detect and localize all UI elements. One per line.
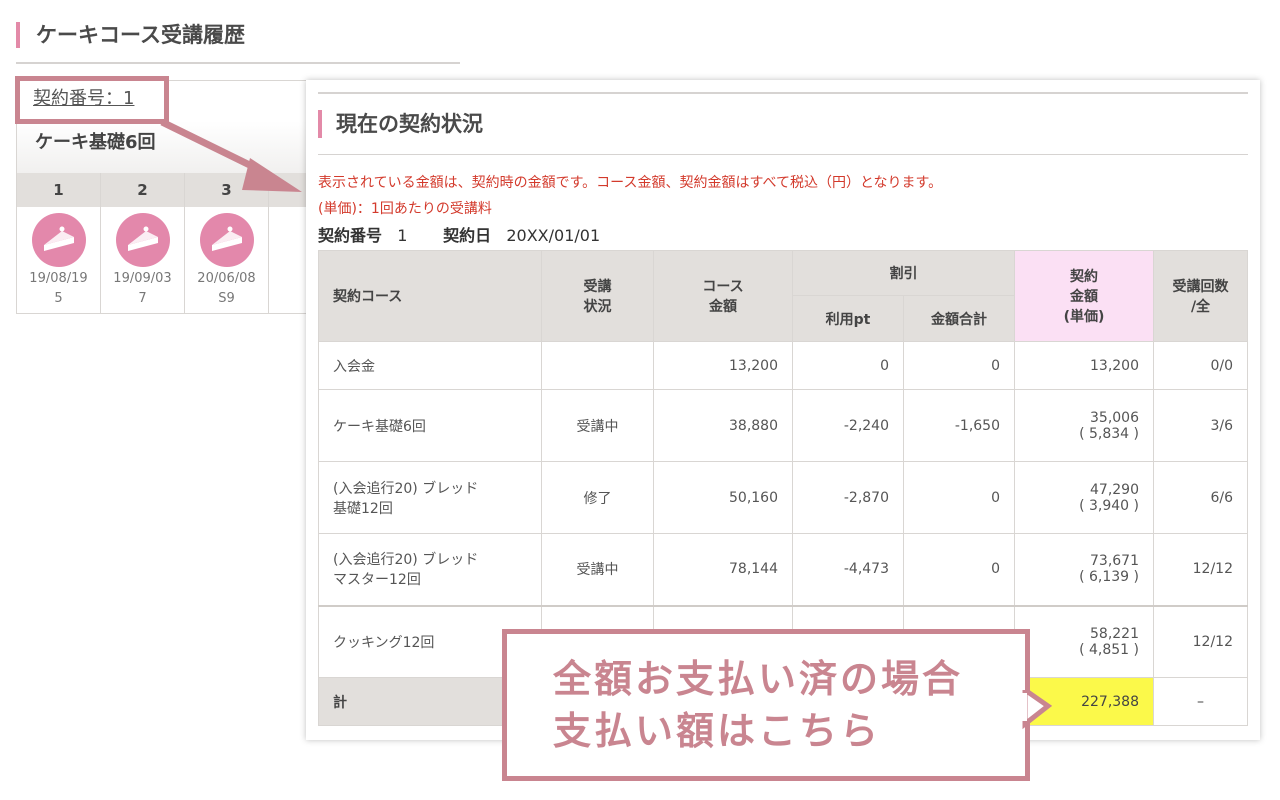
cake-icon xyxy=(31,213,86,267)
session-sub: S9 xyxy=(218,291,235,306)
cell-status xyxy=(541,341,654,390)
arrow-icon xyxy=(160,118,302,192)
cell-discount-total: -1,650 xyxy=(903,389,1015,462)
table-row: ケーキ基礎6回 受講中 38,880 -2,240 -1,650 35,006(… xyxy=(318,389,1248,462)
cell-status: 受講中 xyxy=(541,389,654,462)
cell-discount-total: 0 xyxy=(903,341,1015,390)
cell-price: 13,200 xyxy=(653,341,793,390)
cell-points: -2,240 xyxy=(792,389,904,462)
session-date: 20/06/08 xyxy=(197,271,256,286)
page-title: ケーキコース受講履歴 xyxy=(36,23,245,47)
cell-contract: 58,221( 4,851 ) xyxy=(1014,604,1154,678)
cell-price: 50,160 xyxy=(653,461,793,534)
header-course-price: コース 金額 xyxy=(653,250,793,342)
cell-course: (入会追行20) ブレッド マスター12回 xyxy=(318,533,542,606)
payment-callout: 全額お支払い済の場合 支払い額はこちら xyxy=(502,629,1030,781)
cell-count: 0/0 xyxy=(1153,341,1248,390)
cell-discount-total: 0 xyxy=(903,533,1015,606)
contract-date-value: 20XX/01/01 xyxy=(506,226,601,245)
cell-discount-total: 0 xyxy=(903,461,1015,534)
panel-heading: 現在の契約状況 xyxy=(336,112,483,136)
total-count: – xyxy=(1153,677,1248,726)
cell-course: (入会追行20) ブレッド 基礎12回 xyxy=(318,461,542,534)
cell-course: ケーキ基礎6回 xyxy=(318,389,542,462)
header-discount-total: 金額合計 xyxy=(903,295,1015,342)
cell-count: 12/12 xyxy=(1153,604,1248,678)
price-note: 表示されている金額は、契約時の金額です。コース金額、契約金額はすべて税込（円）と… xyxy=(318,175,943,191)
heading-accent-bar xyxy=(318,110,322,138)
cell-count: 6/6 xyxy=(1153,461,1248,534)
course-name: ケーキ基礎6回 xyxy=(35,132,156,153)
cell-points: 0 xyxy=(792,341,904,390)
callout-line-1: 全額お支払い済の場合 xyxy=(553,657,964,701)
session-date: 19/09/03 xyxy=(113,271,172,286)
header-attendance-count: 受講回数/全 xyxy=(1153,250,1248,342)
cell-status: 修了 xyxy=(541,461,654,534)
callout-line-2: 支払い額はこちら xyxy=(553,709,882,753)
header-discount: 割引 xyxy=(792,250,1015,296)
heading-divider xyxy=(318,154,1248,155)
contract-number-label: 契約番号 xyxy=(318,226,383,245)
header-status: 受講 状況 xyxy=(541,250,654,342)
page-title-section: ケーキコース受講履歴 xyxy=(16,20,460,64)
session-sub: 5 xyxy=(54,291,63,306)
session-sub: 7 xyxy=(138,291,147,306)
cell-count: 12/12 xyxy=(1153,533,1248,606)
cell-price: 78,144 xyxy=(653,533,793,606)
contract-number-highlight xyxy=(15,76,169,124)
cell-count: 3/6 xyxy=(1153,389,1248,462)
table-row: (入会追行20) ブレッド 基礎12回 修了 50,160 -2,870 0 47… xyxy=(318,461,1248,534)
cell-course: 入会金 xyxy=(318,341,542,390)
contract-date-label: 契約日 xyxy=(443,226,492,245)
unit-price-note: (単価)：1回あたりの受講料 xyxy=(318,201,492,217)
title-accent-bar xyxy=(16,22,20,48)
cell-price: 38,880 xyxy=(653,389,793,462)
header-points: 利用pt xyxy=(792,295,904,342)
panel-top-divider xyxy=(318,92,1248,94)
header-contract-amount: 契約 金額 (単価) xyxy=(1014,250,1154,342)
table-row: 入会金 13,200 0 0 13,200 0/0 xyxy=(318,341,1248,390)
header-course: 契約コース xyxy=(318,250,542,342)
cell-contract: 13,200 xyxy=(1014,341,1154,390)
session-number: 1 xyxy=(17,173,100,207)
session-date: 19/08/19 xyxy=(29,271,88,286)
cell-points: -4,473 xyxy=(792,533,904,606)
cell-points: -2,870 xyxy=(792,461,904,534)
table-row: (入会追行20) ブレッド マスター12回 受講中 78,144 -4,473 0… xyxy=(318,533,1248,606)
cell-contract: 73,671( 6,139 ) xyxy=(1014,533,1154,606)
cell-status: 受講中 xyxy=(541,533,654,606)
contract-number-value: 1 xyxy=(397,226,408,245)
cake-icon xyxy=(199,213,254,267)
cell-contract: 35,006( 5,834 ) xyxy=(1014,389,1154,462)
cell-contract: 47,290( 3,940 ) xyxy=(1014,461,1154,534)
session-column[interactable]: 1 19/08/19 5 xyxy=(17,173,101,313)
callout-pointer-icon xyxy=(1022,690,1052,730)
contract-meta: 契約番号 1 契約日 20XX/01/01 xyxy=(318,225,600,247)
cake-icon xyxy=(115,213,170,267)
